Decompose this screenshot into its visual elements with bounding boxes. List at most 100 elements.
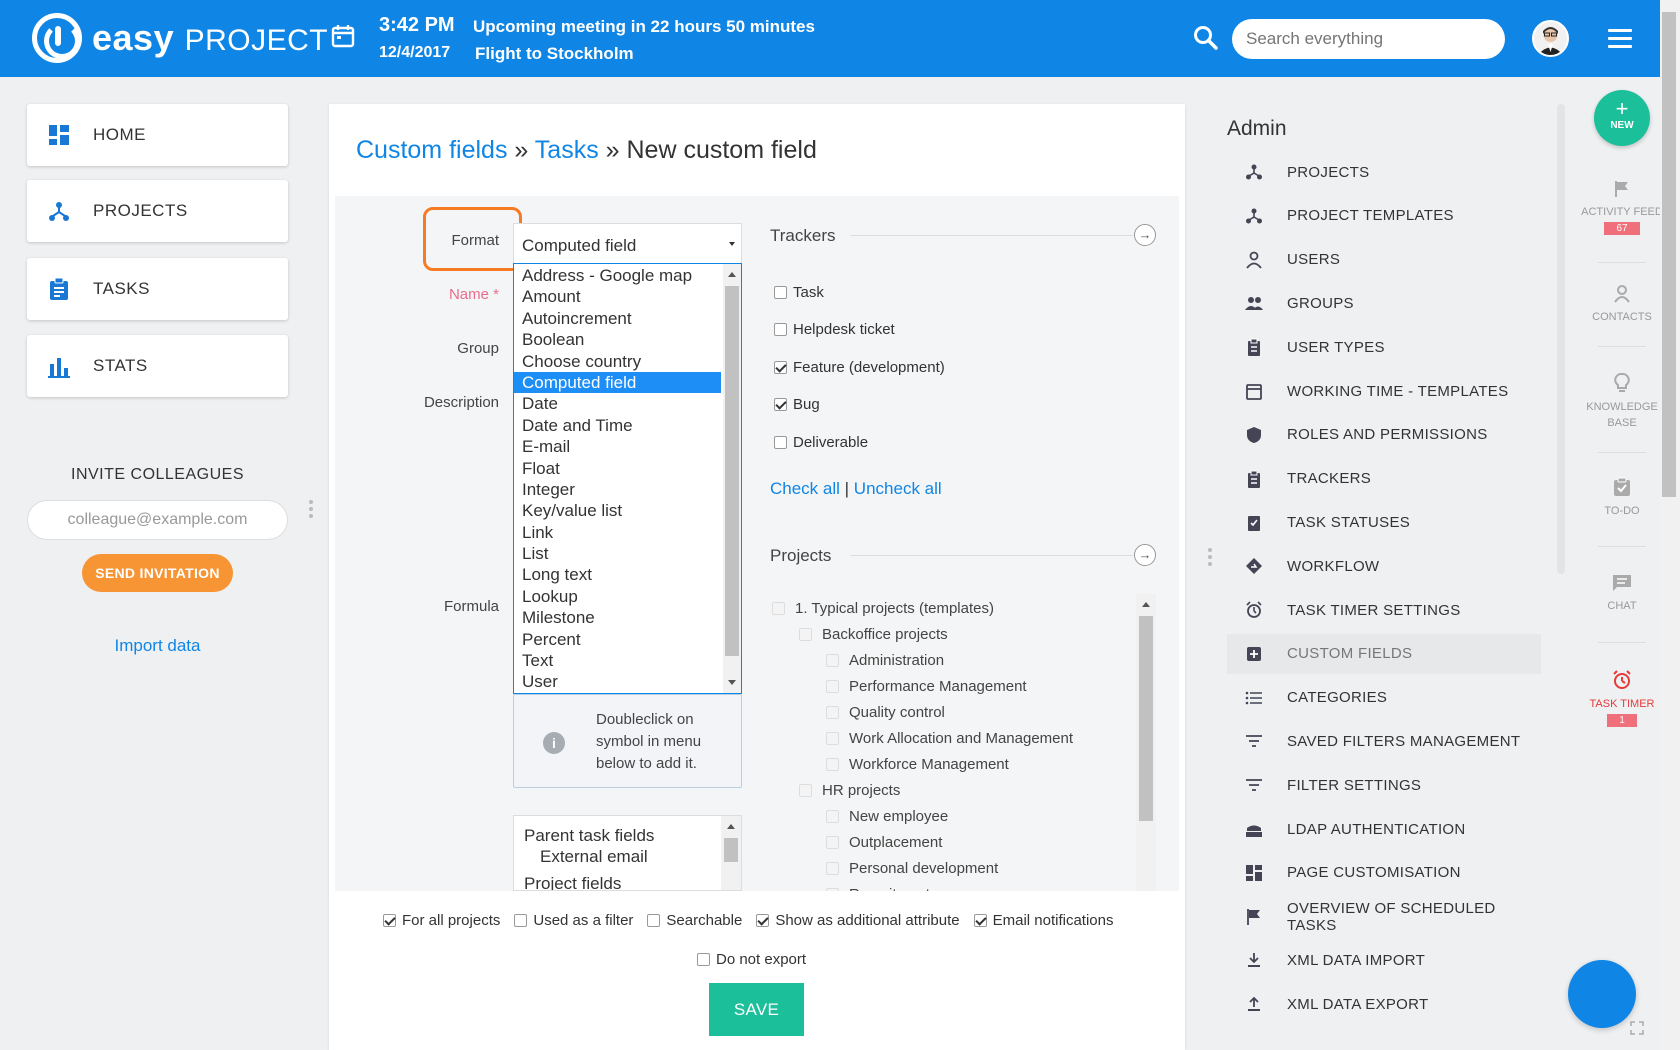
admin-scrollbar[interactable] <box>1557 104 1565 574</box>
upcoming-event-2[interactable]: Flight to Stockholm <box>475 44 634 64</box>
project-tree-item[interactable]: Recruitment <box>826 886 930 891</box>
format-option[interactable]: Milestone <box>514 607 721 628</box>
nav-stats[interactable]: STATS <box>27 335 288 397</box>
symbol-group[interactable]: Project fields <box>524 874 621 890</box>
projects-arrow-icon[interactable]: → <box>1134 544 1156 566</box>
project-checkbox[interactable] <box>826 680 839 693</box>
calendar-icon[interactable] <box>331 24 355 48</box>
format-dropdown-list[interactable]: Address - Google map Amount Autoincrement B… <box>513 263 742 694</box>
format-option[interactable]: Integer <box>514 479 721 500</box>
field-option[interactable]: Searchable <box>647 912 742 929</box>
rail-chat[interactable]: CHAT <box>1580 574 1664 614</box>
scroll-down-icon[interactable] <box>728 680 736 685</box>
trackers-arrow-icon[interactable]: → <box>1134 224 1156 246</box>
upcoming-event-1[interactable]: Upcoming meeting in 22 hours 50 minutes <box>473 17 815 37</box>
project-tree-item[interactable]: Backoffice projects <box>799 626 948 643</box>
symbol-scroll-thumb[interactable] <box>724 838 738 862</box>
project-checkbox[interactable] <box>799 628 812 641</box>
scroll-up-icon[interactable] <box>1142 602 1150 607</box>
format-option[interactable]: Link <box>514 522 721 543</box>
tracker-checkbox[interactable] <box>774 286 787 299</box>
field-option[interactable]: For all projects <box>383 912 500 929</box>
format-option[interactable]: Date <box>514 393 721 414</box>
format-option[interactable]: User <box>514 671 721 692</box>
field-option-checkbox[interactable] <box>383 914 396 927</box>
admin-item[interactable]: GROUPS <box>1227 283 1541 323</box>
project-checkbox[interactable] <box>826 654 839 667</box>
tracker-option[interactable]: Feature (development) <box>774 359 945 376</box>
format-option[interactable]: Long text <box>514 564 721 585</box>
tracker-option[interactable]: Task <box>774 284 824 301</box>
project-checkbox[interactable] <box>826 862 839 875</box>
rail-contacts[interactable]: CONTACTS <box>1580 285 1664 325</box>
tracker-checkbox[interactable] <box>774 436 787 449</box>
project-tree-item[interactable]: Performance Management <box>826 678 1027 695</box>
projects-scrollbar[interactable] <box>1136 594 1156 891</box>
admin-item[interactable]: WORKFLOW <box>1227 546 1541 586</box>
admin-item[interactable]: TRACKERS <box>1227 459 1541 499</box>
field-option[interactable]: Email notifications <box>973 912 1114 929</box>
admin-item[interactable]: OVERVIEW OF SCHEDULED TASKS <box>1227 897 1541 937</box>
project-checkbox[interactable] <box>826 706 839 719</box>
format-select[interactable]: Computed field <box>513 223 742 264</box>
avatar[interactable] <box>1532 20 1569 57</box>
help-chat-bubble-button[interactable] <box>1568 960 1636 1028</box>
admin-item[interactable]: CUSTOM FIELDS <box>1227 633 1541 674</box>
page-scrollbar[interactable] <box>1660 0 1680 1050</box>
format-option[interactable]: Autoincrement <box>514 308 721 329</box>
projects-scroll-thumb[interactable] <box>1139 616 1153 821</box>
project-checkbox[interactable] <box>826 810 839 823</box>
project-checkbox[interactable] <box>772 602 785 615</box>
format-option[interactable]: Float <box>514 458 721 479</box>
field-option-checkbox[interactable] <box>514 914 528 927</box>
import-data-link[interactable]: Import data <box>27 636 288 656</box>
format-option[interactable]: Boolean <box>514 329 721 350</box>
format-option[interactable]: List <box>514 543 721 564</box>
format-option[interactable]: E-mail <box>514 436 721 457</box>
admin-item[interactable]: PROJECT TEMPLATES <box>1227 196 1541 236</box>
check-all-link[interactable]: Check all <box>770 479 840 498</box>
admin-item[interactable]: LDAP AUTHENTICATION <box>1227 809 1541 849</box>
field-option-checkbox[interactable] <box>973 914 987 927</box>
rail-todo[interactable]: TO-DO <box>1580 477 1664 519</box>
field-option-checkbox[interactable] <box>647 914 661 927</box>
dropdown-scrollbar[interactable] <box>723 264 741 693</box>
tracker-option[interactable]: Deliverable <box>774 434 868 451</box>
format-option[interactable]: Percent <box>514 629 721 650</box>
format-option[interactable]: Lookup <box>514 586 721 607</box>
rail-knowledge-base[interactable]: KNOWLEDGE BASE <box>1580 373 1664 431</box>
project-checkbox[interactable] <box>799 784 812 797</box>
left-panel-resize-handle[interactable] <box>309 500 313 518</box>
format-option[interactable]: Choose country <box>514 351 721 372</box>
page-scroll-thumb[interactable] <box>1662 12 1676 497</box>
hamburger-menu-icon[interactable] <box>1608 29 1632 49</box>
scroll-up-icon[interactable] <box>727 824 735 829</box>
admin-item[interactable]: PROJECTS <box>1227 152 1541 192</box>
tracker-option[interactable]: Bug <box>774 396 820 413</box>
nav-home[interactable]: HOME <box>27 104 288 166</box>
project-tree-item[interactable]: New employee <box>826 808 948 825</box>
symbol-scrollbar[interactable] <box>721 816 741 890</box>
admin-item[interactable]: FILTER SETTINGS <box>1227 765 1541 805</box>
tracker-option[interactable]: Helpdesk ticket <box>774 321 895 338</box>
project-tree-item[interactable]: 1. Typical projects (templates) <box>772 600 994 617</box>
admin-item[interactable]: WORKING TIME - TEMPLATES <box>1227 371 1541 411</box>
nav-tasks[interactable]: TASKS <box>27 258 288 320</box>
format-option[interactable]: Key/value list <box>514 500 721 521</box>
admin-item[interactable]: XML DATA IMPORT <box>1227 940 1541 980</box>
search-input[interactable] <box>1232 19 1505 59</box>
admin-item[interactable]: USER TYPES <box>1227 327 1541 367</box>
admin-item[interactable]: CATEGORIES <box>1227 678 1541 718</box>
format-option[interactable]: Amount <box>514 286 721 307</box>
project-tree-item[interactable]: HR projects <box>799 782 900 799</box>
admin-item[interactable]: SAVED FILTERS MANAGEMENT <box>1227 721 1541 761</box>
field-option-checkbox[interactable] <box>756 914 770 927</box>
project-tree-item[interactable]: Quality control <box>826 704 945 721</box>
project-checkbox[interactable] <box>826 888 839 891</box>
symbol-group[interactable]: Parent task fields <box>524 826 654 846</box>
save-button[interactable]: SAVE <box>709 983 804 1036</box>
rail-activity-feed[interactable]: ACTIVITY FEED 67 <box>1580 180 1664 236</box>
scroll-up-icon[interactable] <box>728 272 736 277</box>
admin-item[interactable]: XML DATA EXPORT <box>1227 984 1541 1024</box>
logo[interactable]: easy PROJECT <box>32 13 328 63</box>
